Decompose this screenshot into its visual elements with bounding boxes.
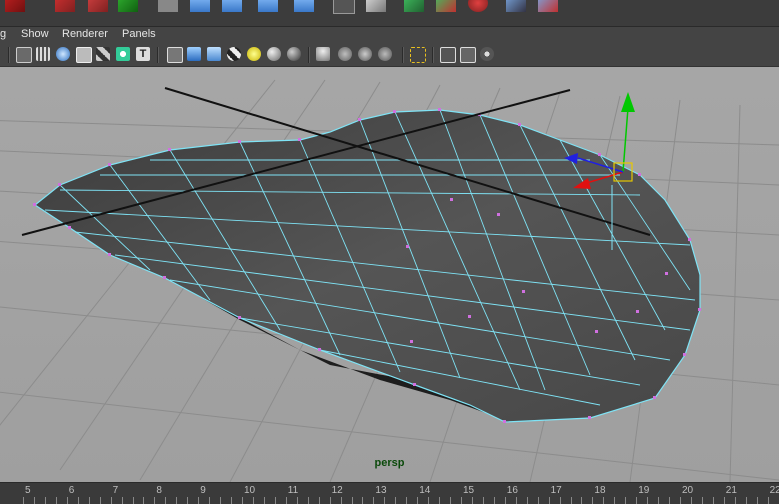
xray-joints-icon[interactable] xyxy=(378,47,392,61)
gate-icon[interactable] xyxy=(410,47,426,63)
cylinder-icon[interactable] xyxy=(190,0,210,12)
light-bulb-icon[interactable] xyxy=(247,47,261,61)
cylinder-icon[interactable] xyxy=(222,0,242,12)
timeline-tick-label: 21 xyxy=(725,485,737,496)
panel-menu-bar: g Show Renderer Panels xyxy=(0,27,779,44)
timeline-tick-label: 5 xyxy=(25,485,31,496)
timeline-tick-label: 14 xyxy=(419,485,431,496)
motion-blur-icon[interactable] xyxy=(287,47,301,61)
resolution-gate-icon[interactable] xyxy=(460,47,476,63)
panel-toolbar: T xyxy=(0,44,779,67)
script-icon[interactable] xyxy=(506,0,526,12)
timeline-tick-label: 10 xyxy=(244,485,256,496)
toolbar-separator xyxy=(308,47,310,63)
timeline-tick-label: 17 xyxy=(550,485,562,496)
timeline-tick-label: 9 xyxy=(200,485,206,496)
shelf-bar xyxy=(0,0,779,27)
use-lights-icon[interactable] xyxy=(187,47,201,61)
wireframe-icon[interactable] xyxy=(16,47,32,63)
smooth-shade-icon[interactable] xyxy=(56,47,70,61)
film-gate-icon[interactable] xyxy=(440,47,456,63)
light-icon[interactable] xyxy=(468,0,488,12)
hypershade-icon[interactable] xyxy=(436,0,456,12)
viewport-scene[interactable] xyxy=(0,67,779,482)
timeline-tick-label: 12 xyxy=(331,485,343,496)
safe-action-icon[interactable] xyxy=(480,47,494,61)
isolate-icon[interactable]: T xyxy=(136,47,150,61)
anti-alias-icon[interactable] xyxy=(227,47,241,61)
toolbar-separator xyxy=(402,47,404,63)
depth-of-field-icon[interactable] xyxy=(316,47,330,61)
cylinder-icon[interactable] xyxy=(158,0,178,12)
image-plane-icon[interactable] xyxy=(116,47,130,61)
arrow-green-icon[interactable] xyxy=(118,0,138,12)
camera-icon[interactable] xyxy=(333,0,355,14)
cylinder-icon[interactable] xyxy=(258,0,278,12)
timeline-tick-label: 22 xyxy=(769,485,779,496)
timeline-tick-label: 6 xyxy=(68,485,75,496)
timeline-tick-label: 11 xyxy=(287,485,299,496)
y-axis-handle-icon[interactable] xyxy=(621,92,635,112)
time-slider[interactable]: 5 6 7 8 9 10 11 12 13 14 15 16 17 18 19 20 21 22 xyxy=(0,482,779,504)
timeline-tick-label: 15 xyxy=(463,485,475,496)
xray-active-icon[interactable] xyxy=(358,47,372,61)
hypershade-icon[interactable] xyxy=(404,0,424,12)
arrow-red-icon[interactable] xyxy=(55,0,75,12)
menu-show[interactable]: Show xyxy=(21,28,49,40)
textured-icon[interactable] xyxy=(96,47,110,61)
cylinder-icon[interactable] xyxy=(294,0,314,12)
timeline-tick-label: 20 xyxy=(682,485,694,496)
curve-icon[interactable] xyxy=(5,0,25,12)
ambient-occlusion-icon[interactable] xyxy=(267,47,281,61)
script-icon[interactable] xyxy=(538,0,558,12)
arrow-red-icon[interactable] xyxy=(88,0,108,12)
grid-icon[interactable] xyxy=(36,47,50,61)
timeline-tick-label: 16 xyxy=(506,485,518,496)
menu-lighting[interactable]: g xyxy=(0,28,6,40)
timeline-tick-label: 19 xyxy=(638,485,650,496)
menu-panels[interactable]: Panels xyxy=(122,28,156,40)
timeline-tick-label: 18 xyxy=(594,485,606,496)
menu-renderer[interactable]: Renderer xyxy=(62,28,108,40)
timeline-tick-label: 13 xyxy=(375,485,387,496)
perspective-viewport[interactable]: persp xyxy=(0,67,779,482)
toolbar-separator xyxy=(157,47,159,63)
shadows-icon[interactable] xyxy=(207,47,221,61)
xray-icon[interactable] xyxy=(338,47,352,61)
timeline-tick-label: 7 xyxy=(112,485,119,496)
toolbar-separator xyxy=(432,47,434,63)
timeline-tick-label: 8 xyxy=(156,485,162,496)
select-camera-icon[interactable] xyxy=(167,47,183,63)
bounding-box-icon[interactable] xyxy=(76,47,92,63)
camera-name-label: persp xyxy=(374,457,405,469)
toolbar-separator xyxy=(8,47,10,63)
render-icon[interactable] xyxy=(366,0,386,12)
